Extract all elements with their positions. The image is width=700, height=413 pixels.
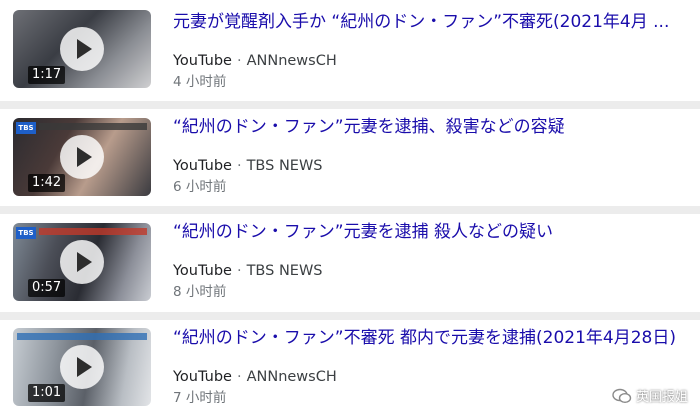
separator-dot: · bbox=[236, 263, 242, 279]
tbs-logo: TBS bbox=[16, 122, 36, 134]
news-banner bbox=[39, 123, 147, 130]
published-time: 4 小时前 bbox=[173, 74, 227, 90]
separator-dot: · bbox=[236, 158, 242, 174]
video-duration: 0:57 bbox=[28, 279, 66, 297]
video-title-link[interactable]: “紀州のドン・ファン”元妻を逮捕、殺害などの容疑 bbox=[173, 115, 693, 139]
source-site: YouTube bbox=[173, 369, 232, 385]
news-banner bbox=[39, 228, 147, 235]
video-source: YouTube · ANNnewsCH bbox=[173, 367, 337, 387]
video-thumbnail[interactable]: 1:01 bbox=[13, 328, 151, 406]
watermark-text: 英国报姐 bbox=[635, 390, 688, 405]
video-result[interactable]: 1:17 元妻が覚醒剤入手か “紀州のドン・ファン”不審死(2021年4月 ..… bbox=[0, 0, 700, 97]
published-time: 6 小时前 bbox=[173, 179, 227, 195]
video-source: YouTube · TBS NEWS bbox=[173, 261, 323, 281]
source-site: YouTube bbox=[173, 158, 232, 174]
video-thumbnail[interactable]: TBS 1:42 bbox=[13, 118, 151, 196]
video-thumbnail[interactable]: 1:17 bbox=[13, 10, 151, 88]
source-channel: ANNnewsCH bbox=[246, 369, 337, 385]
watermark: 英国报姐 bbox=[612, 386, 688, 405]
published-time: 7 小时前 bbox=[173, 390, 227, 406]
video-result[interactable]: 1:01 “紀州のドン・ファン”不審死 都内で元妻を逮捕(2021年4月28日)… bbox=[0, 316, 700, 413]
video-title-link[interactable]: “紀州のドン・ファン”元妻を逮捕 殺人などの疑い bbox=[173, 220, 693, 244]
news-banner bbox=[17, 333, 147, 340]
source-channel: TBS NEWS bbox=[246, 158, 323, 174]
source-channel: ANNnewsCH bbox=[246, 53, 337, 69]
video-source: YouTube · ANNnewsCH bbox=[173, 51, 337, 71]
source-site: YouTube bbox=[173, 263, 232, 279]
video-result[interactable]: TBS 1:42 “紀州のドン・ファン”元妻を逮捕、殺害などの容疑 YouTub… bbox=[0, 105, 700, 202]
separator-dot: · bbox=[236, 53, 242, 69]
published-time: 8 小时前 bbox=[173, 284, 227, 300]
video-title-link[interactable]: “紀州のドン・ファン”不審死 都内で元妻を逮捕(2021年4月28日) bbox=[173, 326, 693, 350]
play-icon[interactable] bbox=[60, 345, 104, 389]
source-site: YouTube bbox=[173, 53, 232, 69]
play-icon[interactable] bbox=[60, 27, 104, 71]
video-duration: 1:42 bbox=[28, 174, 66, 192]
separator-dot: · bbox=[236, 369, 242, 385]
video-thumbnail[interactable]: TBS 0:57 bbox=[13, 223, 151, 301]
video-result[interactable]: TBS 0:57 “紀州のドン・ファン”元妻を逮捕 殺人などの疑い YouTub… bbox=[0, 210, 700, 307]
source-channel: TBS NEWS bbox=[246, 263, 323, 279]
play-icon[interactable] bbox=[60, 240, 104, 284]
video-source: YouTube · TBS NEWS bbox=[173, 156, 323, 176]
tbs-logo: TBS bbox=[16, 227, 36, 239]
video-duration: 1:01 bbox=[28, 384, 66, 402]
video-duration: 1:17 bbox=[28, 66, 66, 84]
play-icon[interactable] bbox=[60, 135, 104, 179]
video-title-link[interactable]: 元妻が覚醒剤入手か “紀州のドン・ファン”不審死(2021年4月 ... bbox=[173, 10, 693, 34]
wechat-icon bbox=[612, 388, 632, 404]
